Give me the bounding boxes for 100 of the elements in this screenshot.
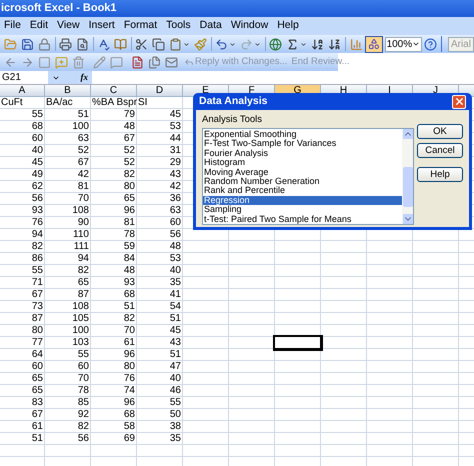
table-cell[interactable]: 56 (137, 229, 183, 241)
table-cell[interactable]: 78 (91, 229, 137, 241)
list-item[interactable]: F-Test Two-Sample for Variances (203, 139, 402, 149)
scroll-thumb[interactable] (402, 166, 412, 206)
table-cell[interactable]: 68 (91, 289, 137, 301)
table-cell[interactable]: 41 (137, 289, 183, 301)
dialog-button[interactable]: OK (417, 124, 463, 139)
table-cell[interactable]: 31 (137, 145, 183, 157)
table-cell[interactable]: 67 (0, 409, 45, 421)
table-cell[interactable]: 94 (0, 229, 45, 241)
table-cell[interactable]: 84 (91, 253, 137, 265)
table-cell[interactable]: 55 (137, 397, 183, 409)
table-cell[interactable]: 82 (0, 241, 45, 253)
table-cell[interactable]: 96 (91, 349, 137, 361)
table-cell[interactable]: 82 (45, 421, 91, 433)
table-cell[interactable]: 35 (137, 433, 183, 445)
table-cell[interactable]: 51 (0, 433, 45, 445)
table-cell[interactable]: 50 (137, 409, 183, 421)
table-cell[interactable]: 70 (91, 325, 137, 337)
table-cell[interactable]: 54 (137, 301, 183, 313)
table-cell[interactable]: 73 (0, 301, 45, 313)
table-cell[interactable]: 92 (45, 409, 91, 421)
table-cell[interactable]: 52 (91, 145, 137, 157)
table-cell[interactable]: 51 (137, 349, 183, 361)
table-cell[interactable]: 68 (91, 409, 137, 421)
table-cell[interactable]: BA/ac (45, 97, 91, 109)
table-cell[interactable]: 85 (45, 397, 91, 409)
table-cell[interactable]: 65 (45, 277, 91, 289)
table-cell[interactable]: 56 (0, 193, 45, 205)
table-cell[interactable]: %BA Bspr (91, 97, 137, 109)
table-cell[interactable]: 48 (137, 241, 183, 253)
list-item[interactable]: Histogram (203, 158, 402, 168)
table-cell[interactable]: 76 (0, 217, 45, 229)
table-cell[interactable]: 82 (91, 169, 137, 181)
table-cell[interactable]: 38 (137, 421, 183, 433)
table-cell[interactable]: 60 (137, 217, 183, 229)
table-cell[interactable]: 61 (91, 337, 137, 349)
table-cell[interactable]: 67 (0, 289, 45, 301)
zoom-box[interactable]: 100% (384, 36, 422, 52)
table-cell[interactable]: 108 (45, 301, 91, 313)
table-cell[interactable]: 96 (91, 397, 137, 409)
table-cell[interactable]: 78 (45, 385, 91, 397)
table-cell[interactable]: 105 (45, 313, 91, 325)
table-cell[interactable]: 59 (91, 241, 137, 253)
table-cell[interactable]: 86 (0, 253, 45, 265)
table-cell[interactable]: 51 (91, 301, 137, 313)
table-cell[interactable]: 64 (0, 349, 45, 361)
table-cell[interactable]: 70 (45, 193, 91, 205)
table-cell[interactable]: 68 (0, 121, 45, 133)
table-cell[interactable]: 93 (91, 277, 137, 289)
table-cell[interactable]: 87 (45, 289, 91, 301)
table-cell[interactable]: 77 (0, 337, 45, 349)
table-cell[interactable]: 65 (91, 193, 137, 205)
table-cell[interactable]: 81 (45, 181, 91, 193)
table-cell[interactable]: 65 (0, 385, 45, 397)
table-cell[interactable]: 49 (0, 169, 45, 181)
table-cell[interactable]: 55 (45, 349, 91, 361)
menu-item[interactable]: File (4, 18, 21, 34)
scroll-bar[interactable] (402, 129, 413, 224)
table-cell[interactable]: 51 (45, 109, 91, 121)
menu-item[interactable]: Format (124, 18, 158, 34)
table-cell[interactable]: 61 (0, 421, 45, 433)
scroll-up-icon[interactable] (402, 129, 412, 139)
table-cell[interactable]: 55 (0, 265, 45, 277)
table-cell[interactable]: 43 (137, 169, 183, 181)
table-cell[interactable]: 56 (45, 433, 91, 445)
menu-item[interactable]: View (57, 18, 80, 34)
table-cell[interactable]: 80 (0, 325, 45, 337)
close-button[interactable] (452, 94, 466, 108)
table-cell[interactable]: 52 (45, 145, 91, 157)
table-cell[interactable]: SI (137, 97, 183, 109)
table-cell[interactable]: 51 (137, 313, 183, 325)
table-cell[interactable]: 108 (45, 205, 91, 217)
list-item[interactable]: Exponential Smoothing (203, 130, 402, 140)
list-item[interactable]: Regression (203, 196, 402, 206)
table-cell[interactable]: 40 (137, 265, 183, 277)
table-cell[interactable]: 94 (45, 253, 91, 265)
table-cell[interactable]: 80 (91, 361, 137, 373)
table-cell[interactable]: 63 (45, 133, 91, 145)
table-cell[interactable]: 96 (91, 205, 137, 217)
dialog-button[interactable]: Help (417, 167, 463, 182)
list-item[interactable]: Sampling (203, 205, 402, 215)
table-cell[interactable]: 60 (0, 133, 45, 145)
menu-item[interactable]: Insert (88, 18, 115, 34)
table-cell[interactable]: 40 (0, 145, 45, 157)
table-cell[interactable]: 83 (0, 397, 45, 409)
table-cell[interactable]: 90 (45, 217, 91, 229)
table-cell[interactable]: 48 (91, 121, 137, 133)
table-cell[interactable]: 82 (91, 313, 137, 325)
name-box-dropdown[interactable]: fx (48, 71, 92, 84)
menu-item[interactable]: Data (200, 18, 222, 34)
table-cell[interactable]: 67 (45, 157, 91, 169)
table-cell[interactable]: 55 (0, 109, 45, 121)
table-cell[interactable]: 53 (137, 121, 183, 133)
table-cell[interactable]: 79 (91, 109, 137, 121)
list-item[interactable]: Rank and Percentile (203, 186, 402, 196)
column-header[interactable]: C (91, 85, 137, 96)
table-cell[interactable]: 81 (91, 217, 137, 229)
column-header[interactable]: D (137, 85, 183, 96)
table-cell[interactable]: 60 (0, 361, 45, 373)
